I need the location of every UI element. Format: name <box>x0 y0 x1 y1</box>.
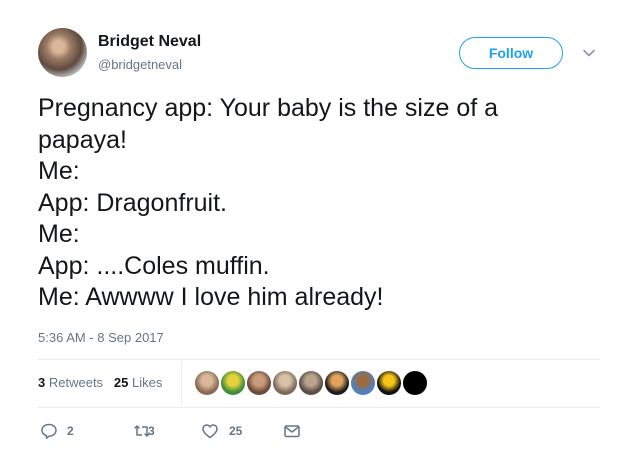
tweet-text-line: Me: Awwww I love him already! <box>38 283 384 311</box>
divider <box>38 359 600 360</box>
display-name[interactable]: Bridget Neval <box>98 33 201 51</box>
reply-button[interactable]: 2 <box>40 420 80 440</box>
liker-avatar[interactable] <box>220 370 246 396</box>
user-handle[interactable]: @bridgetneval <box>98 57 182 72</box>
divider <box>38 407 600 408</box>
liker-avatar[interactable] <box>324 370 350 396</box>
tweet-text-line: Me: <box>38 157 80 185</box>
tweet-text-line: papaya! <box>38 125 127 154</box>
liker-avatar[interactable] <box>402 370 428 396</box>
retweets-label: Retweets <box>48 375 104 390</box>
tweet-timestamp[interactable]: 5:36 AM - 8 Sep 2017 <box>38 330 164 345</box>
tweet-text: Pregnancy app: Your baby is the size of … <box>38 93 608 314</box>
liker-avatar[interactable] <box>350 370 376 396</box>
follow-button[interactable]: Follow <box>459 37 563 69</box>
liker-avatar[interactable] <box>246 370 272 396</box>
envelope-icon <box>284 425 300 438</box>
tweet-text-line: Me: <box>38 220 80 248</box>
retweets-count: 3 <box>38 375 46 390</box>
liker-avatar[interactable] <box>194 370 220 396</box>
tweet-text-line: Pregnancy app: Your baby is the size of … <box>38 94 499 122</box>
tweet-stats: 3 Retweets 25 Likes <box>38 375 162 390</box>
likes-count: 25 <box>113 375 129 390</box>
retweets-stat[interactable]: 3 Retweets <box>38 375 103 390</box>
like-count: 25 <box>229 424 243 438</box>
direct-message-button[interactable] <box>283 420 303 440</box>
likes-stat[interactable]: 25 Likes <box>114 375 162 390</box>
reply-icon <box>41 423 57 439</box>
like-button[interactable]: 25 <box>201 420 251 440</box>
heart-icon <box>202 424 218 439</box>
retweet-count: 3 <box>148 424 155 438</box>
liker-avatar[interactable] <box>376 370 402 396</box>
chevron-down-icon[interactable] <box>582 46 596 60</box>
retweet-button[interactable]: 3 <box>133 420 173 440</box>
avatar[interactable] <box>38 28 87 77</box>
liker-avatar[interactable] <box>298 370 324 396</box>
tweet-card: Bridget Neval @bridgetneval Follow Pregn… <box>0 0 638 470</box>
likes-label: Likes <box>132 375 163 390</box>
tweet-text-line: App: Dragonfruit. <box>38 188 227 217</box>
stats-separator <box>181 362 182 404</box>
tweet-text-line: App: ....Coles muffin. <box>38 251 270 280</box>
liker-avatar[interactable] <box>272 370 298 396</box>
reply-count: 2 <box>67 424 74 438</box>
